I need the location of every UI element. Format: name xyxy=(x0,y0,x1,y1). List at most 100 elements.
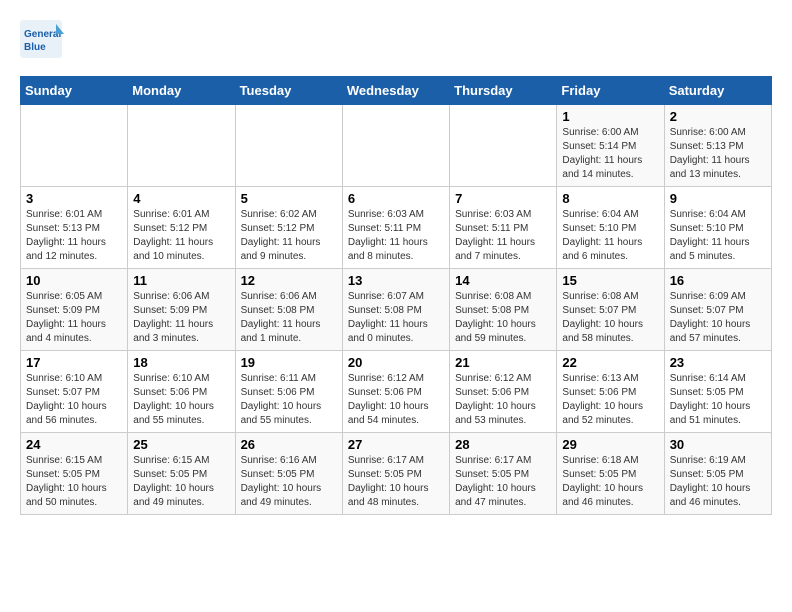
day-number: 16 xyxy=(670,273,766,288)
day-info: Sunrise: 6:15 AM Sunset: 5:05 PM Dayligh… xyxy=(26,454,122,510)
day-info: Sunrise: 6:00 AM Sunset: 5:13 PM Dayligh… xyxy=(670,126,766,182)
day-info: Sunrise: 6:06 AM Sunset: 5:08 PM Dayligh… xyxy=(241,290,337,346)
day-number: 20 xyxy=(348,355,444,370)
svg-text:General: General xyxy=(24,29,61,40)
day-info: Sunrise: 6:13 AM Sunset: 5:06 PM Dayligh… xyxy=(562,372,658,428)
day-number: 8 xyxy=(562,191,658,206)
day-info: Sunrise: 6:07 AM Sunset: 5:08 PM Dayligh… xyxy=(348,290,444,346)
calendar-cell: 2 Sunrise: 6:00 AM Sunset: 5:13 PM Daylig… xyxy=(664,105,771,187)
logo: General Blue xyxy=(20,20,68,60)
day-info: Sunrise: 6:08 AM Sunset: 5:08 PM Dayligh… xyxy=(455,290,551,346)
calendar-cell: 27 Sunrise: 6:17 AM Sunset: 5:05 PM Dayli… xyxy=(342,433,449,515)
calendar-cell: 11 Sunrise: 6:06 AM Sunset: 5:09 PM Dayli… xyxy=(128,269,235,351)
day-info: Sunrise: 6:09 AM Sunset: 5:07 PM Dayligh… xyxy=(670,290,766,346)
calendar-cell xyxy=(128,105,235,187)
calendar-cell: 15 Sunrise: 6:08 AM Sunset: 5:07 PM Dayli… xyxy=(557,269,664,351)
day-info: Sunrise: 6:16 AM Sunset: 5:05 PM Dayligh… xyxy=(241,454,337,510)
day-number: 9 xyxy=(670,191,766,206)
day-info: Sunrise: 6:05 AM Sunset: 5:09 PM Dayligh… xyxy=(26,290,122,346)
day-number: 24 xyxy=(26,437,122,452)
calendar-cell: 8 Sunrise: 6:04 AM Sunset: 5:10 PM Daylig… xyxy=(557,187,664,269)
day-number: 11 xyxy=(133,273,229,288)
day-info: Sunrise: 6:10 AM Sunset: 5:06 PM Dayligh… xyxy=(133,372,229,428)
day-number: 18 xyxy=(133,355,229,370)
calendar-cell: 6Sunrise: 6:03 AM Sunset: 5:11 PM Daylig… xyxy=(342,187,449,269)
day-number: 23 xyxy=(670,355,766,370)
calendar-cell: 13 Sunrise: 6:07 AM Sunset: 5:08 PM Dayli… xyxy=(342,269,449,351)
calendar-cell xyxy=(235,105,342,187)
calendar-cell: 28Sunrise: 6:17 AM Sunset: 5:05 PM Dayli… xyxy=(450,433,557,515)
calendar-cell: 14 Sunrise: 6:08 AM Sunset: 5:08 PM Dayli… xyxy=(450,269,557,351)
weekday-header: Tuesday xyxy=(235,77,342,105)
calendar-cell: 21 Sunrise: 6:12 AM Sunset: 5:06 PM Dayli… xyxy=(450,351,557,433)
day-info: Sunrise: 6:12 AM Sunset: 5:06 PM Dayligh… xyxy=(348,372,444,428)
calendar-cell: 18 Sunrise: 6:10 AM Sunset: 5:06 PM Dayli… xyxy=(128,351,235,433)
calendar-cell: 25 Sunrise: 6:15 AM Sunset: 5:05 PM Dayli… xyxy=(128,433,235,515)
day-number: 29 xyxy=(562,437,658,452)
day-number: 27 xyxy=(348,437,444,452)
day-info: Sunrise: 6:15 AM Sunset: 5:05 PM Dayligh… xyxy=(133,454,229,510)
calendar-cell xyxy=(450,105,557,187)
weekday-header: Monday xyxy=(128,77,235,105)
day-number: 3 xyxy=(26,191,122,206)
day-info: Sunrise: 6:11 AM Sunset: 5:06 PM Dayligh… xyxy=(241,372,337,428)
weekday-header: Thursday xyxy=(450,77,557,105)
day-info: Sunrise: 6:00 AM Sunset: 5:14 PM Dayligh… xyxy=(562,126,658,182)
day-info: Sunrise: 6:01 AM Sunset: 5:13 PM Dayligh… xyxy=(26,208,122,264)
day-info: Sunrise: 6:06 AM Sunset: 5:09 PM Dayligh… xyxy=(133,290,229,346)
calendar-table: SundayMondayTuesdayWednesdayThursdayFrid… xyxy=(20,76,772,515)
calendar-cell: 24 Sunrise: 6:15 AM Sunset: 5:05 PM Dayli… xyxy=(21,433,128,515)
day-info: Sunrise: 6:08 AM Sunset: 5:07 PM Dayligh… xyxy=(562,290,658,346)
calendar-cell: 22 Sunrise: 6:13 AM Sunset: 5:06 PM Dayli… xyxy=(557,351,664,433)
day-number: 12 xyxy=(241,273,337,288)
calendar-cell: 9 Sunrise: 6:04 AM Sunset: 5:10 PM Daylig… xyxy=(664,187,771,269)
day-info: Sunrise: 6:02 AM Sunset: 5:12 PM Dayligh… xyxy=(241,208,337,264)
calendar-cell: 26Sunrise: 6:16 AM Sunset: 5:05 PM Dayli… xyxy=(235,433,342,515)
day-number: 1 xyxy=(562,109,658,124)
calendar-cell: 4 Sunrise: 6:01 AM Sunset: 5:12 PM Daylig… xyxy=(128,187,235,269)
day-info: Sunrise: 6:04 AM Sunset: 5:10 PM Dayligh… xyxy=(670,208,766,264)
day-number: 7 xyxy=(455,191,551,206)
day-number: 17 xyxy=(26,355,122,370)
day-info: Sunrise: 6:18 AM Sunset: 5:05 PM Dayligh… xyxy=(562,454,658,510)
day-number: 13 xyxy=(348,273,444,288)
calendar-cell: 29 Sunrise: 6:18 AM Sunset: 5:05 PM Dayli… xyxy=(557,433,664,515)
calendar-cell: 3 Sunrise: 6:01 AM Sunset: 5:13 PM Daylig… xyxy=(21,187,128,269)
weekday-header: Friday xyxy=(557,77,664,105)
day-info: Sunrise: 6:03 AM Sunset: 5:11 PM Dayligh… xyxy=(348,208,444,264)
weekday-header: Sunday xyxy=(21,77,128,105)
calendar-cell: 19Sunrise: 6:11 AM Sunset: 5:06 PM Dayli… xyxy=(235,351,342,433)
day-number: 14 xyxy=(455,273,551,288)
day-number: 15 xyxy=(562,273,658,288)
calendar-cell xyxy=(342,105,449,187)
day-number: 21 xyxy=(455,355,551,370)
day-info: Sunrise: 6:17 AM Sunset: 5:05 PM Dayligh… xyxy=(348,454,444,510)
day-info: Sunrise: 6:10 AM Sunset: 5:07 PM Dayligh… xyxy=(26,372,122,428)
day-info: Sunrise: 6:03 AM Sunset: 5:11 PM Dayligh… xyxy=(455,208,551,264)
header: General Blue xyxy=(20,20,772,60)
calendar-cell: 30Sunrise: 6:19 AM Sunset: 5:05 PM Dayli… xyxy=(664,433,771,515)
day-number: 22 xyxy=(562,355,658,370)
day-info: Sunrise: 6:14 AM Sunset: 5:05 PM Dayligh… xyxy=(670,372,766,428)
calendar-cell: 23 Sunrise: 6:14 AM Sunset: 5:05 PM Dayli… xyxy=(664,351,771,433)
calendar-cell: 10 Sunrise: 6:05 AM Sunset: 5:09 PM Dayli… xyxy=(21,269,128,351)
day-info: Sunrise: 6:04 AM Sunset: 5:10 PM Dayligh… xyxy=(562,208,658,264)
day-number: 10 xyxy=(26,273,122,288)
calendar-cell: 17 Sunrise: 6:10 AM Sunset: 5:07 PM Dayli… xyxy=(21,351,128,433)
day-number: 2 xyxy=(670,109,766,124)
calendar-cell: 12 Sunrise: 6:06 AM Sunset: 5:08 PM Dayli… xyxy=(235,269,342,351)
weekday-header: Saturday xyxy=(664,77,771,105)
calendar-cell: 5 Sunrise: 6:02 AM Sunset: 5:12 PM Daylig… xyxy=(235,187,342,269)
day-info: Sunrise: 6:01 AM Sunset: 5:12 PM Dayligh… xyxy=(133,208,229,264)
day-number: 4 xyxy=(133,191,229,206)
logo-icon: General Blue xyxy=(20,20,64,60)
calendar-cell: 16 Sunrise: 6:09 AM Sunset: 5:07 PM Dayli… xyxy=(664,269,771,351)
svg-text:Blue: Blue xyxy=(24,42,46,53)
day-number: 25 xyxy=(133,437,229,452)
day-info: Sunrise: 6:12 AM Sunset: 5:06 PM Dayligh… xyxy=(455,372,551,428)
calendar-cell: 7 Sunrise: 6:03 AM Sunset: 5:11 PM Daylig… xyxy=(450,187,557,269)
calendar-cell: 20 Sunrise: 6:12 AM Sunset: 5:06 PM Dayli… xyxy=(342,351,449,433)
day-number: 5 xyxy=(241,191,337,206)
calendar-cell xyxy=(21,105,128,187)
calendar-cell: 1 Sunrise: 6:00 AM Sunset: 5:14 PM Daylig… xyxy=(557,105,664,187)
